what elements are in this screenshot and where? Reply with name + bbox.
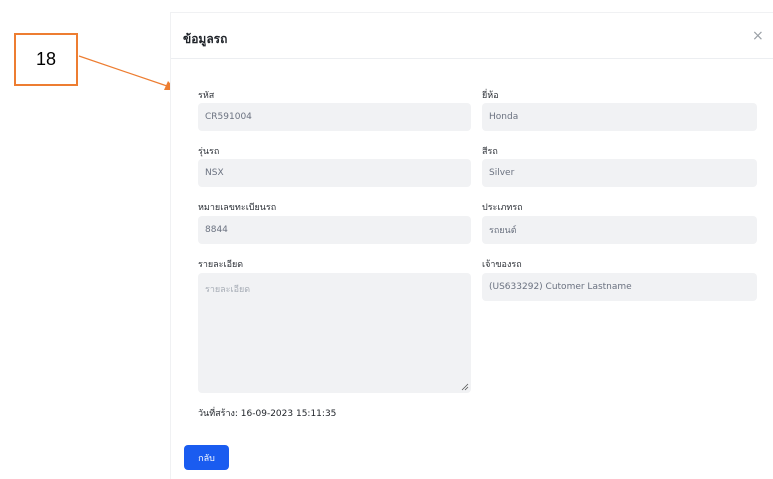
callout-number: 18 — [35, 49, 57, 69]
vehicle-info-modal: ข้อมูลรถ × รหัส CR591004 ยี่ห้อ Honda รุ… — [170, 12, 773, 479]
owner-field[interactable]: (US633292) Cutomer Lastname — [482, 273, 757, 301]
plate-label: หมายเลขทะเบียนรถ — [198, 203, 277, 213]
color-label: สีรถ — [482, 147, 498, 157]
color-field[interactable]: Silver — [482, 159, 757, 187]
close-icon[interactable]: × — [752, 29, 764, 43]
plate-field[interactable]: 8844 — [198, 216, 471, 244]
detail-placeholder: รายละเอียด — [205, 285, 251, 295]
resize-handle-icon[interactable] — [461, 383, 469, 391]
detail-label: รายละเอียด — [198, 260, 244, 270]
type-field[interactable]: รถยนต์ — [482, 216, 757, 244]
code-label: รหัส — [198, 91, 215, 101]
brand-label: ยี่ห้อ — [482, 91, 499, 101]
model-label: รุ่นรถ — [198, 147, 220, 157]
type-label: ประเภทรถ — [482, 203, 523, 213]
model-field[interactable]: NSX — [198, 159, 471, 187]
modal-title: ข้อมูลรถ — [183, 32, 228, 46]
owner-label: เจ้าของรถ — [482, 260, 522, 270]
created-date: วันที่สร้าง: 16-09-2023 15:11:35 — [198, 409, 337, 419]
header-divider — [171, 58, 773, 59]
brand-field[interactable]: Honda — [482, 103, 757, 131]
code-field[interactable]: CR591004 — [198, 103, 471, 131]
callout-box: 18 — [14, 33, 78, 86]
back-button[interactable]: กลับ — [184, 445, 229, 470]
detail-textarea[interactable]: รายละเอียด — [198, 273, 471, 393]
